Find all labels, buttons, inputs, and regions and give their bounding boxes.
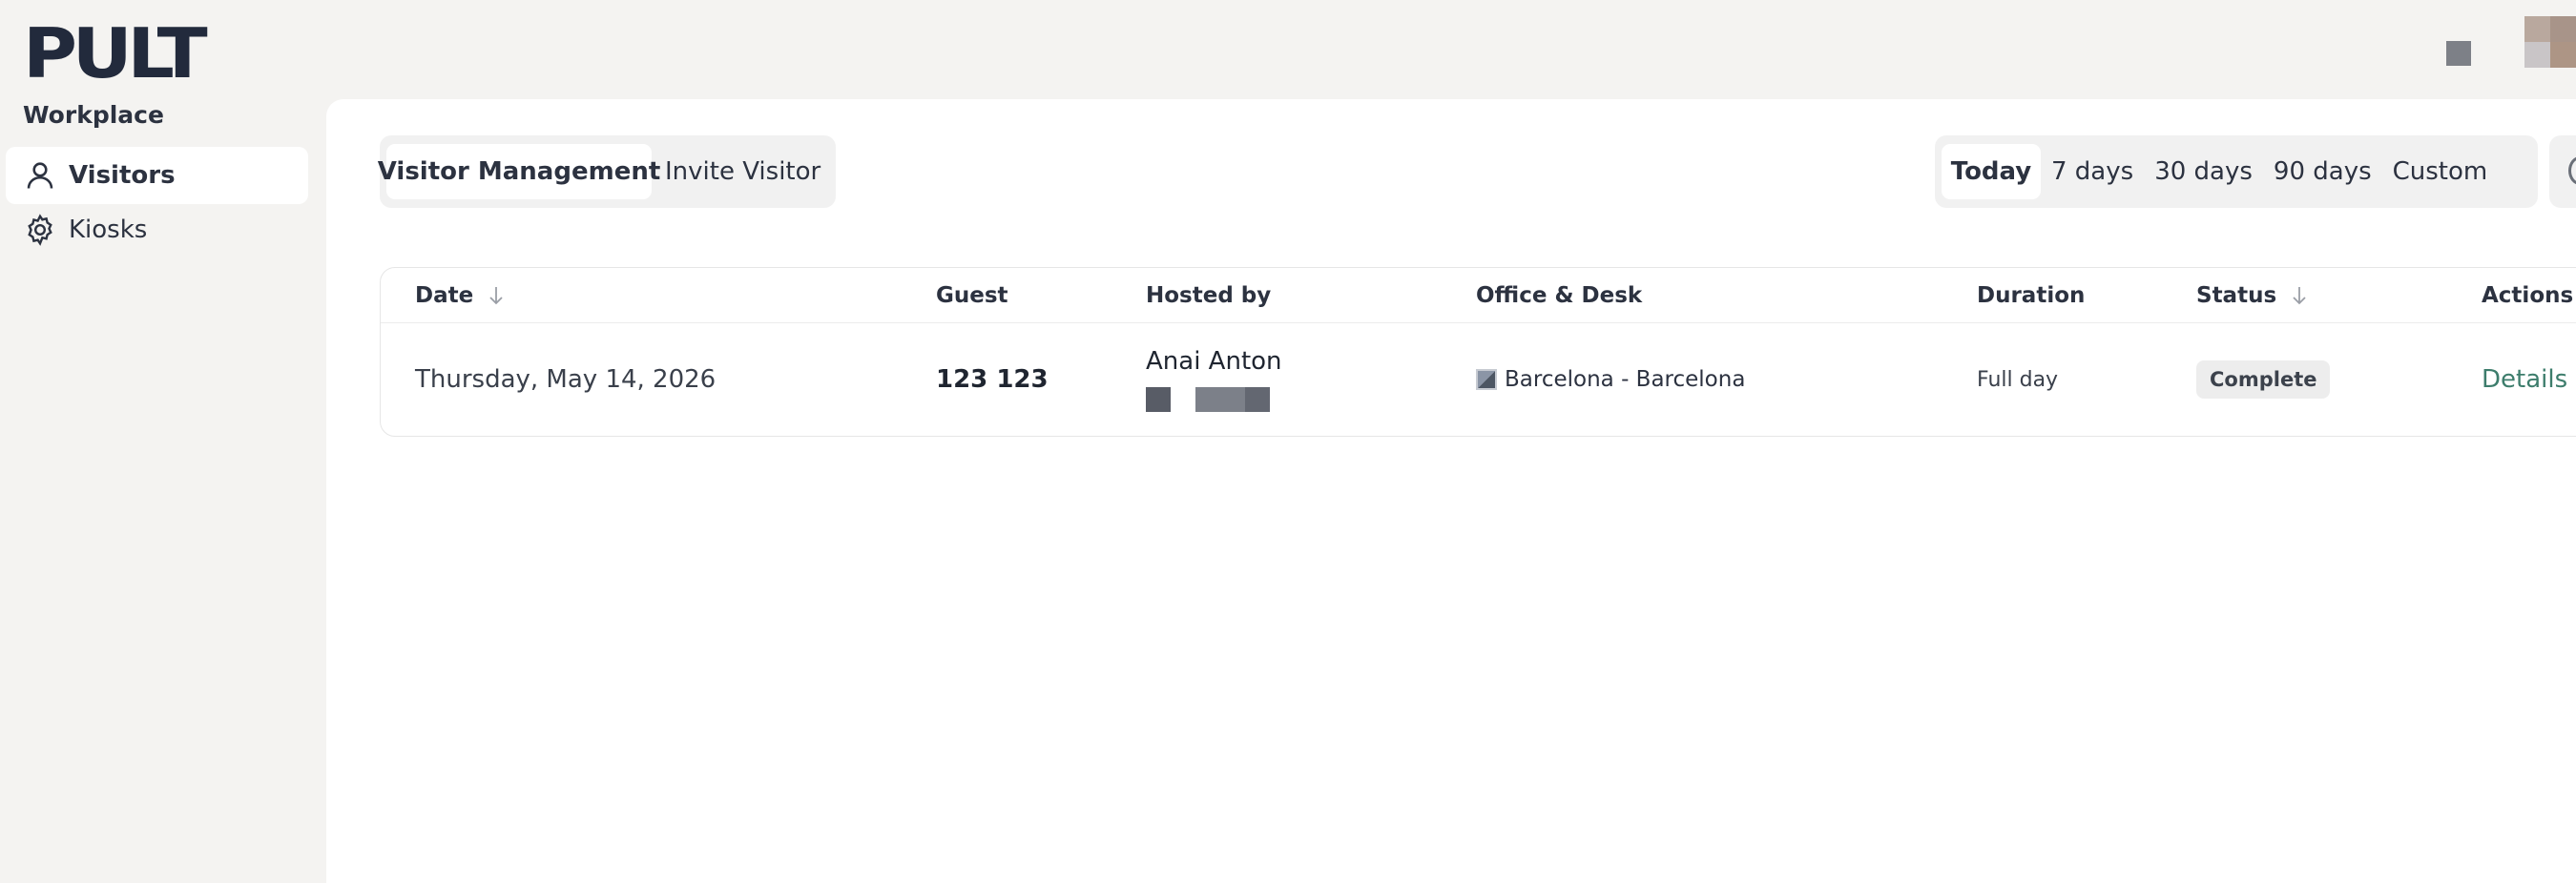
sort-arrow-down-icon xyxy=(489,287,503,305)
table-row[interactable]: Thursday, May 14, 2026 123 123 Anai Anto… xyxy=(381,323,2576,436)
gear-icon xyxy=(28,214,52,246)
column-header-office-desk: Office & Desk xyxy=(1476,283,1643,308)
column-header-guest: Guest xyxy=(936,283,1008,308)
office-building-icon xyxy=(1476,369,1497,390)
host-cell: Anai Anton xyxy=(1146,323,1282,436)
actions-cell: Details xyxy=(2482,323,2567,436)
tab-invite-visitor[interactable]: Invite Visitor xyxy=(652,144,834,199)
sidebar-item-kiosks[interactable]: Kiosks xyxy=(6,201,308,258)
sidebar-item-visitors[interactable]: Visitors xyxy=(6,147,308,204)
filter-custom[interactable]: Custom xyxy=(2382,144,2499,199)
column-header-status[interactable]: Status xyxy=(2196,268,2309,323)
visitors-table: Date Guest Hosted by Office & Desk Durat… xyxy=(380,267,2576,437)
column-label: Date xyxy=(415,283,474,308)
view-tabs: Visitor Management Invite Visitor xyxy=(378,135,836,208)
sidebar-item-label: Visitors xyxy=(69,161,176,190)
date-range-filter: Today 7 days 30 days 90 days Custom xyxy=(1935,135,2538,208)
visit-date: Thursday, May 14, 2026 xyxy=(415,365,717,394)
pult-logo[interactable]: PULT xyxy=(23,19,208,88)
details-link[interactable]: Details xyxy=(2482,365,2567,394)
column-header-hosted-by: Hosted by xyxy=(1146,283,1272,308)
duration: Full day xyxy=(1977,367,2059,392)
calendar-icon xyxy=(2568,156,2576,185)
guest-name: 123 123 xyxy=(936,365,1049,394)
calendar-button[interactable] xyxy=(2549,135,2576,208)
user-avatar[interactable] xyxy=(2524,16,2576,68)
sidebar-section-title: Workplace xyxy=(23,101,164,129)
status-cell: Complete xyxy=(2196,323,2331,436)
filter-30-days[interactable]: 30 days xyxy=(2144,144,2263,199)
column-label: Status xyxy=(2196,283,2277,308)
host-email-redacted xyxy=(1146,387,1270,412)
column-header-actions: Actions xyxy=(2482,283,2574,308)
office-cell: Barcelona - Barcelona xyxy=(1476,323,1745,436)
column-header-date[interactable]: Date xyxy=(415,268,506,323)
office-label: Barcelona - Barcelona xyxy=(1505,367,1746,392)
filter-today[interactable]: Today xyxy=(1942,144,2041,199)
sidebar-item-label: Kiosks xyxy=(69,216,148,244)
sort-arrow-down-icon xyxy=(2293,287,2306,305)
host-name: Anai Anton xyxy=(1146,347,1282,376)
person-icon xyxy=(27,162,53,189)
filter-90-days[interactable]: 90 days xyxy=(2263,144,2382,199)
column-header-duration: Duration xyxy=(1977,283,2086,308)
tab-visitor-management[interactable]: Visitor Management xyxy=(378,144,660,199)
main-panel: Visitor Management Invite Visitor Today … xyxy=(326,99,2576,883)
bell-icon[interactable] xyxy=(2446,41,2471,66)
status-badge: Complete xyxy=(2196,360,2331,399)
header-actions xyxy=(2328,0,2576,99)
table-header: Date Guest Hosted by Office & Desk Durat… xyxy=(381,268,2576,323)
filter-7-days[interactable]: 7 days xyxy=(2041,144,2144,199)
sidebar: Workplace Visitors Kiosks xyxy=(0,99,326,883)
